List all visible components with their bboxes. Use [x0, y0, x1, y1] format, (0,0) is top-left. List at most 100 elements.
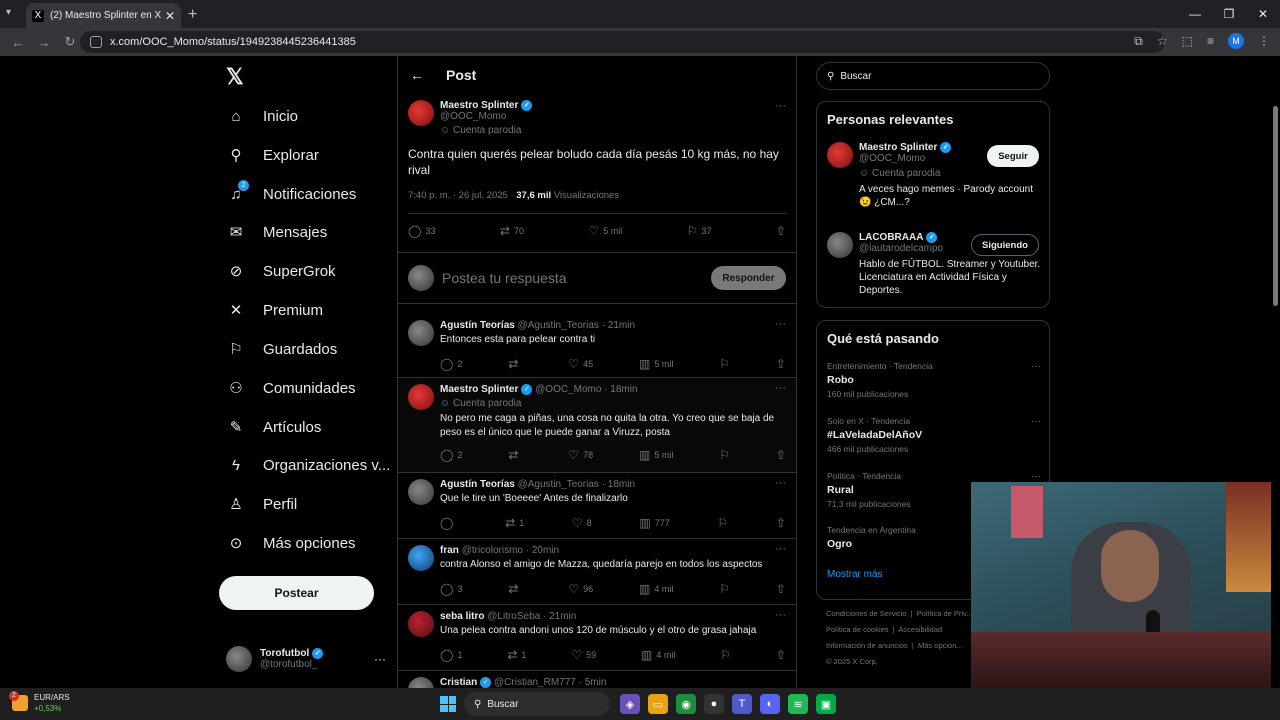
like-button[interactable]: ♡ 45 — [568, 357, 593, 371]
share-button[interactable]: ⇧ — [776, 357, 786, 371]
site-info-icon[interactable] — [90, 36, 102, 48]
more-icon[interactable]: ··· — [775, 100, 786, 112]
follow-button[interactable]: Seguir — [987, 145, 1039, 167]
app-icon[interactable]: ▣ — [816, 694, 836, 714]
nav-item-supergrok[interactable]: ⊘ SuperGrok — [226, 261, 336, 281]
like-button[interactable]: ♡ 96 — [568, 582, 593, 596]
reply-author[interactable]: seba litro — [440, 611, 484, 622]
maximize-icon[interactable]: ❐ — [1212, 0, 1246, 28]
reply-item[interactable]: fran @tricolorismo · 20min contra Alonso… — [398, 539, 796, 605]
views-button[interactable]: ▥ 4 mil — [639, 582, 673, 596]
bookmark-button[interactable]: ⚐ — [719, 448, 730, 462]
views-button[interactable]: ▥ 5 mil — [639, 448, 673, 462]
x-logo-icon[interactable]: 𝕏 — [226, 64, 244, 90]
person-name[interactable]: LACOBRAAA — [859, 232, 923, 243]
reply-item[interactable]: Agustín Teorías @Agustin_Teorias · 21min… — [398, 314, 796, 378]
windows-start-icon[interactable] — [440, 696, 456, 712]
reply-submit-button[interactable]: Responder — [711, 266, 786, 290]
reload-icon[interactable]: ↻ — [62, 34, 78, 50]
reply-author[interactable]: Agustín Teorías — [440, 479, 515, 490]
share-button[interactable]: ⇧ — [776, 224, 786, 238]
post-button[interactable]: Postear — [219, 576, 374, 610]
bookmark-button[interactable]: ⚐ 37 — [687, 224, 712, 238]
reply-button[interactable]: ◯ 1 — [440, 648, 462, 662]
reply-item[interactable]: seba litro @LitroSeba · 21min Una pelea … — [398, 605, 796, 671]
reply-item[interactable]: Agustín Teorías @Agustin_Teorias · 18min… — [398, 473, 796, 539]
tab-search-icon[interactable]: ▾ — [6, 7, 11, 18]
teams-icon[interactable]: T — [732, 694, 752, 714]
trend-item[interactable]: Solo en X · Tendencia #LaVeladaDelAñoV 4… — [827, 416, 1041, 454]
nav-item-articles[interactable]: ✎ Artículos — [226, 417, 322, 437]
avatar[interactable] — [408, 320, 434, 346]
like-button[interactable]: ♡ 5 mil — [588, 224, 622, 238]
avatar[interactable] — [408, 677, 434, 688]
share-button[interactable]: ⇧ — [776, 582, 786, 596]
nav-item-messages[interactable]: ✉ Mensajes — [226, 222, 328, 242]
account-switcher[interactable]: Torofutbol ✓ @torofutbol_ ··· — [226, 644, 386, 674]
avatar[interactable] — [408, 479, 434, 505]
more-icon[interactable]: ··· — [1031, 361, 1041, 372]
nav-item-notifications[interactable]: ♫ 2 Notificaciones — [226, 180, 356, 204]
repost-button[interactable]: ⇄ 1 — [507, 648, 526, 662]
search-input[interactable]: ⚲ Buscar — [816, 62, 1050, 90]
views-button[interactable]: ▥ 5 mil — [639, 357, 673, 371]
install-icon[interactable]: ⧉ — [1134, 34, 1143, 49]
close-tab-icon[interactable]: ✕ — [165, 9, 175, 23]
more-icon[interactable]: ··· — [775, 318, 786, 330]
like-button[interactable]: ♡ 78 — [568, 448, 593, 462]
like-button[interactable]: ♡ 59 — [571, 648, 596, 662]
bookmark-button[interactable]: ⚐ — [719, 357, 730, 371]
reply-author[interactable]: Maestro Splinter — [440, 384, 518, 395]
avatar[interactable] — [408, 611, 434, 637]
more-icon[interactable]: ··· — [775, 382, 786, 394]
author-handle[interactable]: @OOC_Momo — [440, 111, 532, 122]
avatar[interactable] — [827, 232, 853, 258]
profile-avatar[interactable]: M — [1228, 33, 1244, 49]
nav-item-more[interactable]: ⊙ Más opciones — [226, 533, 356, 553]
reply-button[interactable]: ◯ 3 — [440, 582, 462, 596]
nav-item-premium[interactable]: ✕ Premium — [226, 300, 323, 320]
avatar[interactable] — [408, 384, 434, 410]
nav-item-profile[interactable]: ♙ Perfil — [226, 494, 297, 514]
more-icon[interactable]: ··· — [374, 652, 386, 666]
back-arrow-icon[interactable]: ← — [410, 67, 424, 83]
address-bar[interactable]: x.com/OOC_Momo/status/194923844523644138… — [80, 31, 1165, 53]
share-button[interactable]: ⇧ — [776, 648, 786, 662]
trend-item[interactable]: Entretenimiento · Tendencia Robo 160 mil… — [827, 361, 1041, 399]
like-button[interactable]: ♡ 8 — [572, 516, 592, 530]
discord-icon[interactable]: ◐ — [760, 694, 780, 714]
page-scrollbar[interactable] — [1271, 56, 1280, 688]
reply-author[interactable]: Cristian — [440, 677, 477, 688]
nav-item-communities[interactable]: ⚇ Comunidades — [226, 378, 355, 398]
reply-author[interactable]: fran — [440, 545, 459, 556]
back-icon[interactable]: ← — [10, 35, 26, 50]
taskbar-search[interactable]: ⚲ Buscar — [464, 692, 610, 716]
repost-button[interactable]: ⇄ — [508, 582, 522, 596]
following-button[interactable]: Siguiendo — [971, 234, 1039, 256]
reply-button[interactable]: ◯ 33 — [408, 224, 435, 238]
reply-input[interactable]: Postea tu respuesta — [442, 270, 711, 286]
bookmark-button[interactable]: ⚐ — [720, 648, 731, 662]
reading-list-icon[interactable]: ≡ — [1207, 34, 1214, 48]
nav-item-bookmarks[interactable]: ⚐ Guardados — [226, 339, 337, 359]
show-more-link[interactable]: Mostrar más — [827, 569, 883, 580]
more-icon[interactable]: ··· — [775, 543, 786, 555]
forward-icon[interactable]: → — [36, 35, 52, 50]
bookmark-button[interactable]: ⚐ — [719, 582, 730, 596]
new-tab-icon[interactable]: + — [188, 6, 197, 24]
reply-item[interactable]: Cristian ✓ @Cristian_RM777 · 5min — [398, 671, 796, 688]
avatar[interactable] — [408, 100, 434, 126]
folder-icon[interactable]: ▭ — [648, 694, 668, 714]
browser-menu-icon[interactable]: ⋮ — [1258, 34, 1270, 48]
copilot-icon[interactable]: ◈ — [620, 694, 640, 714]
reply-item[interactable]: Maestro Splinter ✓ @OOC_Momo · 18min ☺ Cu… — [398, 378, 796, 473]
bookmark-button[interactable]: ⚐ — [717, 516, 728, 530]
more-icon[interactable]: ··· — [1031, 471, 1041, 482]
reply-author[interactable]: Agustín Teorías — [440, 320, 515, 331]
views-button[interactable]: ▥ 4 mil — [641, 648, 675, 662]
avatar[interactable] — [827, 142, 853, 168]
repost-button[interactable]: ⇄ 70 — [500, 224, 524, 238]
share-button[interactable]: ⇧ — [776, 448, 786, 462]
avatar[interactable] — [408, 545, 434, 571]
repost-button[interactable]: ⇄ — [508, 448, 522, 462]
